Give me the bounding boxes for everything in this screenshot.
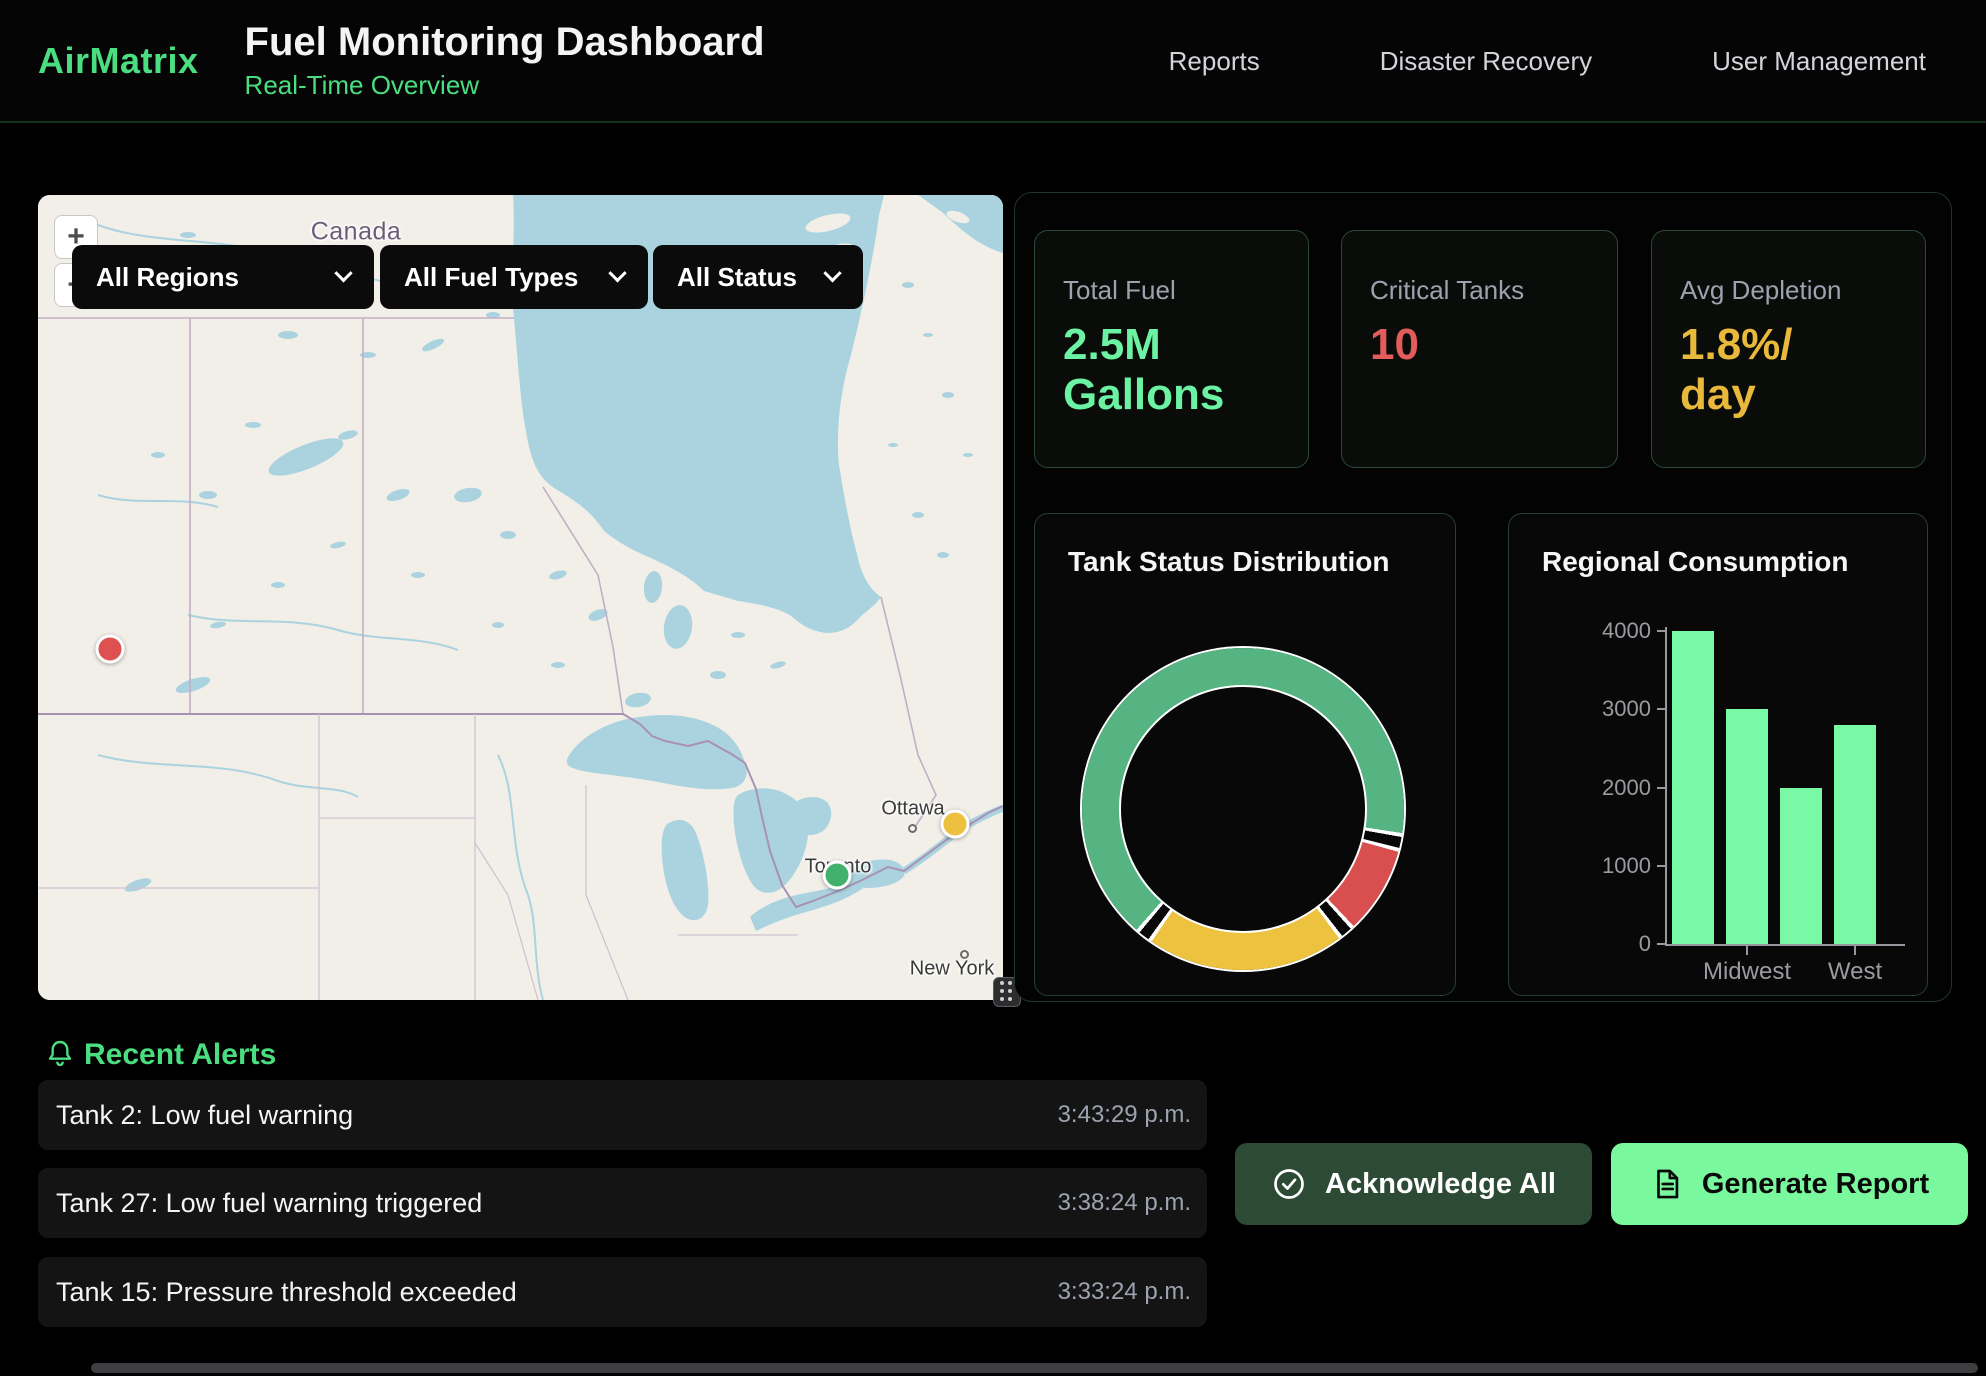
- alert-message: Tank 15: Pressure threshold exceeded: [56, 1277, 517, 1308]
- alert-row: Tank 27: Low fuel warning triggered 3:38…: [38, 1168, 1207, 1238]
- x-axis-tick-label: West: [1828, 958, 1882, 986]
- alert-row: Tank 2: Low fuel warning 3:43:29 p.m.: [38, 1080, 1207, 1150]
- regional-consumption-bar-chart[interactable]: 0 1000 2000 3000 4000 Midwest West: [1509, 514, 1929, 997]
- tank-marker-critical[interactable]: [96, 635, 125, 664]
- tank-status-donut-chart[interactable]: [1082, 648, 1404, 970]
- bell-icon: [44, 1038, 76, 1070]
- map-filters: All Regions All Fuel Types All Status: [72, 245, 863, 309]
- tank-marker-warning[interactable]: [941, 810, 970, 839]
- page-subtitle: Real-Time Overview: [245, 70, 765, 101]
- header: AirMatrix Fuel Monitoring Dashboard Real…: [0, 0, 1986, 123]
- y-axis-line: [1665, 627, 1667, 946]
- y-axis-tick-label: 4000: [1561, 618, 1651, 644]
- status-filter-select[interactable]: All Status: [653, 245, 863, 309]
- alert-message: Tank 2: Low fuel warning: [56, 1100, 353, 1131]
- acknowledge-all-label: Acknowledge All: [1325, 1168, 1556, 1201]
- app-logo: AirMatrix: [38, 40, 199, 82]
- bar-West: [1834, 725, 1876, 944]
- generate-report-button[interactable]: Generate Report: [1611, 1143, 1968, 1225]
- map-label-ottawa: Ottawa: [881, 798, 944, 821]
- metrics-panel: Total Fuel 2.5MGallons Critical Tanks 10…: [1014, 192, 1952, 1002]
- bar-series-1: [1672, 631, 1714, 944]
- fuel-type-filter-select[interactable]: All Fuel Types: [380, 245, 648, 309]
- region-filter-value: All Regions: [96, 262, 239, 293]
- nav-item-user-management[interactable]: User Management: [1712, 46, 1926, 77]
- stat-value: 1.8%/day: [1680, 320, 1897, 419]
- title-block: Fuel Monitoring Dashboard Real-Time Over…: [245, 20, 765, 101]
- alerts-section-title: Recent Alerts: [84, 1038, 276, 1072]
- donut-hole: [1119, 685, 1367, 933]
- map-label-new-york: New York: [910, 958, 995, 981]
- chevron-down-icon: [608, 264, 626, 282]
- bar-Midwest: [1726, 709, 1768, 944]
- check-circle-icon: [1271, 1166, 1307, 1202]
- alert-message: Tank 27: Low fuel warning triggered: [56, 1188, 482, 1219]
- x-axis-tick-mark: [1746, 946, 1748, 955]
- stat-value: 10: [1370, 320, 1589, 370]
- x-axis-tick-label: Midwest: [1703, 958, 1791, 986]
- chart-title: Tank Status Distribution: [1068, 546, 1390, 578]
- alert-time: 3:38:24 p.m.: [1058, 1189, 1191, 1217]
- y-axis-tick-label: 3000: [1561, 696, 1651, 722]
- y-axis-tick-label: 0: [1561, 931, 1651, 957]
- map-panel[interactable]: Canada Ottawa Toronto New York + − All R…: [38, 195, 1003, 1000]
- ottawa-town-dot: [908, 824, 917, 833]
- map-label-canada: Canada: [311, 218, 402, 247]
- alert-time: 3:43:29 p.m.: [1058, 1101, 1191, 1129]
- report-document-icon: [1650, 1167, 1684, 1201]
- status-filter-value: All Status: [677, 262, 797, 293]
- stat-card-avg-depletion: Avg Depletion 1.8%/day: [1651, 230, 1926, 468]
- region-filter-select[interactable]: All Regions: [72, 245, 374, 309]
- x-axis-line: [1665, 944, 1905, 946]
- nav-item-reports[interactable]: Reports: [1169, 46, 1260, 77]
- map-graphic: [38, 195, 1003, 1000]
- regional-consumption-card: Regional Consumption 01000200030004000Mi…: [1508, 513, 1928, 996]
- stat-label: Critical Tanks: [1370, 275, 1589, 306]
- x-axis-tick-mark: [1854, 946, 1856, 955]
- generate-report-label: Generate Report: [1702, 1168, 1929, 1201]
- nav-item-disaster-recovery[interactable]: Disaster Recovery: [1380, 46, 1592, 77]
- horizontal-scrollbar[interactable]: [91, 1363, 1978, 1373]
- alert-time: 3:33:24 p.m.: [1058, 1278, 1191, 1306]
- chevron-down-icon: [823, 264, 841, 282]
- stat-value: 2.5MGallons: [1063, 320, 1280, 419]
- y-axis-tick-label: 2000: [1561, 775, 1651, 801]
- main-nav: Reports Disaster Recovery User Managemen…: [1169, 0, 1926, 123]
- chevron-down-icon: [334, 264, 352, 282]
- stat-label: Total Fuel: [1063, 275, 1280, 306]
- tank-status-distribution-card: Tank Status Distribution: [1034, 513, 1456, 996]
- y-axis-tick-label: 1000: [1561, 853, 1651, 879]
- page-title: Fuel Monitoring Dashboard: [245, 20, 765, 64]
- tank-marker-normal[interactable]: [823, 861, 852, 890]
- acknowledge-all-button[interactable]: Acknowledge All: [1235, 1143, 1592, 1225]
- bar-series-3: [1780, 788, 1822, 945]
- fuel-type-filter-value: All Fuel Types: [404, 262, 578, 293]
- alert-row: Tank 15: Pressure threshold exceeded 3:3…: [38, 1257, 1207, 1327]
- dashboard-root: AirMatrix Fuel Monitoring Dashboard Real…: [0, 0, 1986, 1376]
- stat-card-total-fuel: Total Fuel 2.5MGallons: [1034, 230, 1309, 468]
- stat-label: Avg Depletion: [1680, 275, 1897, 306]
- stat-card-critical-tanks: Critical Tanks 10: [1341, 230, 1618, 468]
